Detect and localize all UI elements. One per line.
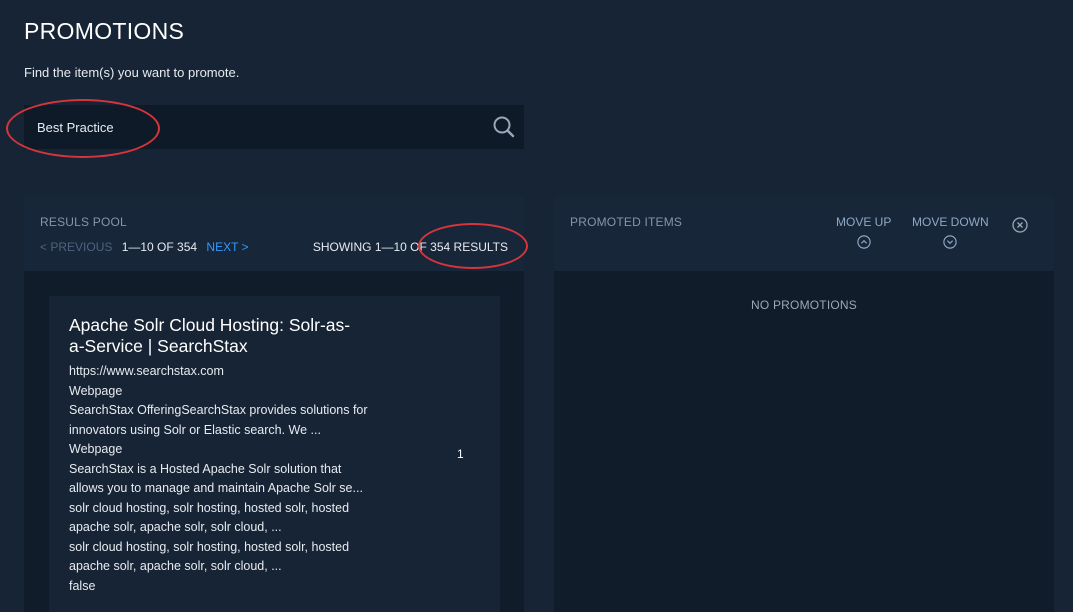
promoted-items-label: PROMOTED ITEMS bbox=[570, 215, 683, 229]
move-up-label: MOVE UP bbox=[836, 215, 892, 229]
next-link[interactable]: NEXT > bbox=[206, 240, 248, 254]
result-card[interactable]: Apache Solr Cloud Hosting: Solr-as- a-Se… bbox=[49, 296, 500, 612]
results-pool-label: RESULS POOL bbox=[40, 215, 127, 229]
result-line: apache solr, apache solr, solr cloud, ..… bbox=[69, 520, 282, 534]
page-title: PROMOTIONS bbox=[24, 18, 185, 44]
result-line: innovators using Solr or Elastic search.… bbox=[69, 422, 321, 437]
promoted-items-panel: PROMOTED ITEMS MOVE UP MOVE DOWN NO PROM… bbox=[554, 197, 1054, 612]
result-title[interactable]: Apache Solr Cloud Hosting: Solr-as- a-Se… bbox=[69, 315, 369, 357]
pager: < PREVIOUS 1—10 OF 354 NEXT > bbox=[40, 240, 255, 254]
move-down-button[interactable]: MOVE DOWN bbox=[912, 215, 989, 249]
close-circle-icon bbox=[1012, 217, 1028, 233]
result-line: allows you to manage and maintain Apache… bbox=[69, 481, 363, 495]
search-box bbox=[24, 105, 524, 149]
results-pool-header: RESULS POOL < PREVIOUS 1—10 OF 354 NEXT … bbox=[24, 197, 524, 271]
result-line: SearchStax OfferingSearchStax provides s… bbox=[69, 403, 368, 417]
result-line: apache solr, apache solr, solr cloud, ..… bbox=[69, 559, 282, 573]
result-rank: 1 bbox=[457, 447, 464, 461]
result-line: SearchStax is a Hosted Apache Solr solut… bbox=[69, 461, 342, 476]
result-details: https://www.searchstax.com Webpage Searc… bbox=[69, 362, 389, 596]
no-promotions-message: NO PROMOTIONS bbox=[751, 298, 857, 312]
move-up-button[interactable]: MOVE UP bbox=[836, 215, 891, 249]
remove-button[interactable] bbox=[1012, 217, 1028, 233]
previous-link[interactable]: < PREVIOUS bbox=[40, 240, 112, 254]
result-title-line: Apache Solr Cloud Hosting: Solr-as- bbox=[69, 315, 351, 335]
search-icon bbox=[493, 116, 515, 138]
chevron-down-circle-icon bbox=[943, 235, 958, 249]
result-line: Webpage bbox=[69, 442, 123, 456]
search-button[interactable] bbox=[492, 115, 516, 139]
move-down-label: MOVE DOWN bbox=[912, 215, 989, 229]
result-line: solr cloud hosting, solr hosting, hosted… bbox=[69, 539, 350, 554]
result-line: false bbox=[69, 578, 96, 593]
result-line: Webpage bbox=[69, 383, 123, 398]
result-url: https://www.searchstax.com bbox=[69, 364, 224, 378]
page-range: 1—10 OF 354 bbox=[121, 240, 198, 254]
chevron-up-circle-icon bbox=[856, 235, 871, 249]
promoted-items-header: PROMOTED ITEMS MOVE UP MOVE DOWN bbox=[554, 197, 1054, 271]
result-line: solr cloud hosting, solr hosting, hosted… bbox=[69, 500, 350, 515]
page-subtitle: Find the item(s) you want to promote. bbox=[24, 65, 240, 80]
search-input[interactable] bbox=[24, 105, 474, 149]
results-pool-panel: RESULS POOL < PREVIOUS 1—10 OF 354 NEXT … bbox=[24, 197, 524, 612]
showing-results-count: SHOWING 1—10 OF 354 RESULTS bbox=[312, 240, 508, 254]
result-title-line: a-Service | SearchStax bbox=[69, 336, 248, 356]
